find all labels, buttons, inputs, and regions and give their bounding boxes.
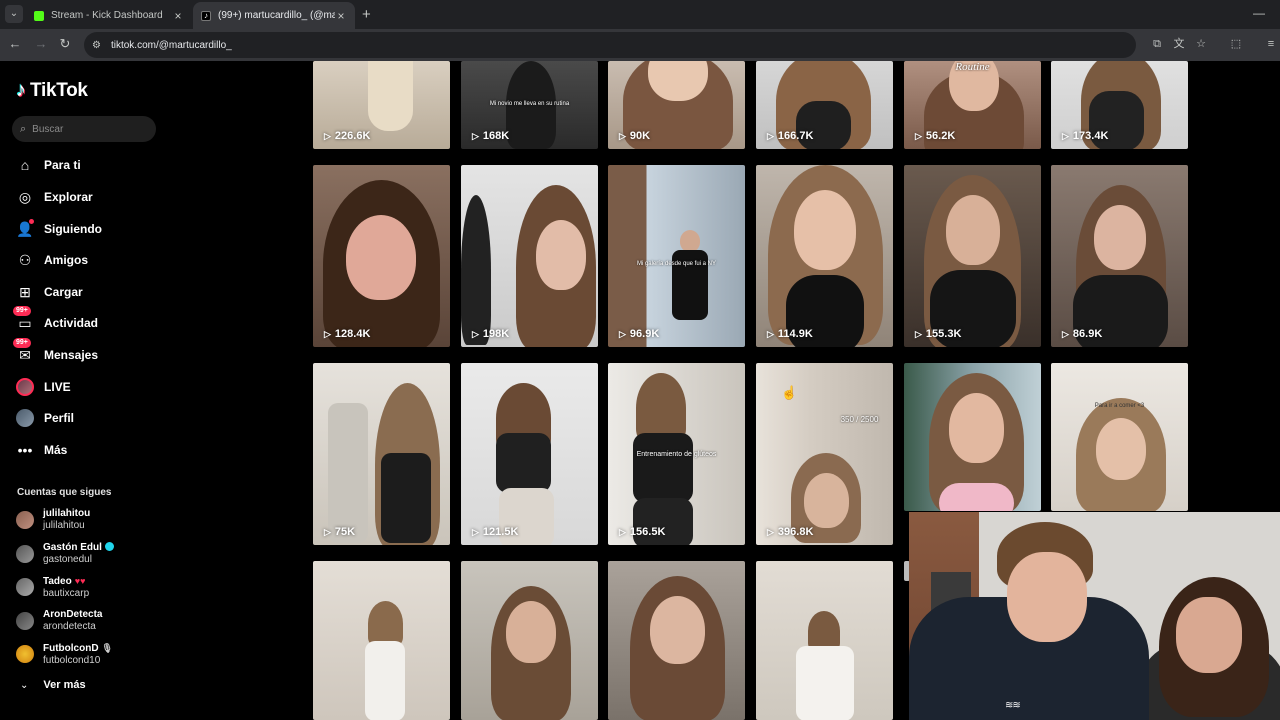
video-caption: 350 / 2500 — [840, 415, 879, 424]
video-caption: Para ir a comer <3 — [1094, 403, 1145, 409]
play-icon: ▷ — [472, 130, 479, 141]
video-thumbnail[interactable]: Para ir a comer <3 — [1051, 363, 1188, 511]
view-count: 86.9K — [1072, 328, 1103, 340]
tiktok-favicon-icon: ♪ — [201, 10, 211, 21]
view-count: 75K — [334, 526, 356, 538]
view-count: 168K — [482, 130, 510, 142]
view-count: 121.5K — [482, 526, 519, 538]
view-count: 396.8K — [777, 526, 814, 538]
translate-icon[interactable]: 文 — [1172, 37, 1186, 51]
video-thumbnail[interactable]: Routine ▷ 56.2K — [904, 61, 1041, 149]
view-count: 156.5K — [629, 526, 666, 538]
tab-tiktok-profile[interactable]: ♪ (99+) martucardillo_ (@martuca × — [193, 2, 355, 29]
play-icon: ▷ — [915, 130, 922, 141]
play-icon: ▷ — [324, 526, 331, 537]
video-thumbnail[interactable] — [756, 561, 893, 720]
play-icon: ▷ — [767, 130, 774, 141]
view-count: 90K — [629, 130, 651, 142]
video-thumbnail[interactable] — [608, 561, 745, 720]
play-icon: ▷ — [767, 526, 774, 537]
video-thumbnail[interactable]: ▷ 226.6K — [313, 61, 450, 149]
play-icon: ▷ — [1062, 328, 1069, 339]
view-count: 128.4K — [334, 328, 371, 340]
play-icon: ▷ — [472, 328, 479, 339]
video-caption: Entrenamiento de glúteos — [636, 451, 717, 458]
tab-search-icon[interactable]: ⌄ — [5, 5, 23, 23]
video-thumbnail[interactable]: 350 / 2500 ▷ 396.8K — [756, 363, 893, 545]
minimize-icon[interactable]: — — [1253, 6, 1265, 20]
tab-close-icon[interactable]: × — [335, 9, 347, 23]
video-caption: Routine — [955, 61, 990, 73]
play-icon: ▷ — [1062, 130, 1069, 141]
video-thumbnail[interactable]: ▷ 114.9K — [756, 165, 893, 347]
video-thumbnail[interactable]: Mi novio me lleva en su rutina ▷ 168K — [461, 61, 598, 149]
site-info-icon[interactable]: ⚙ — [92, 40, 101, 51]
address-bar[interactable]: ⚙ tiktok.com/@martucardillo_ — [84, 32, 1136, 58]
tab-label: Stream - Kick Dashboard — [51, 10, 163, 21]
extensions-icon[interactable]: ⬚ — [1229, 37, 1243, 51]
video-thumbnail[interactable]: ▷ 75K — [313, 363, 450, 545]
video-thumbnail[interactable]: ▷ 121.5K — [461, 363, 598, 545]
video-caption: Mi galería desde que fui a NY — [636, 261, 717, 267]
view-count: 166.7K — [777, 130, 814, 142]
hand-cursor-icon: ☝ — [781, 385, 798, 400]
cast-icon[interactable]: ⧉ — [1150, 37, 1164, 51]
reload-icon[interactable]: ↻ — [57, 36, 73, 52]
video-thumbnail[interactable]: ▷ 198K — [461, 165, 598, 347]
play-icon: ▷ — [619, 328, 626, 339]
forward-icon[interactable]: → — [33, 36, 49, 52]
view-count: 56.2K — [925, 130, 956, 142]
video-thumbnail[interactable]: ▷ 86.9K — [1051, 165, 1188, 347]
video-thumbnail[interactable] — [904, 363, 1041, 511]
view-count: 96.9K — [629, 328, 660, 340]
play-icon: ▷ — [324, 328, 331, 339]
video-thumbnail[interactable]: ▷ 155.3K — [904, 165, 1041, 347]
view-count: 173.4K — [1072, 130, 1109, 142]
video-thumbnail[interactable] — [313, 561, 450, 720]
tab-close-icon[interactable]: × — [172, 9, 184, 23]
play-icon: ▷ — [324, 130, 331, 141]
url-text: tiktok.com/@martucardillo_ — [110, 39, 232, 51]
video-caption: Mi novio me lleva en su rutina — [489, 101, 570, 107]
video-thumbnail[interactable]: ▷ 173.4K — [1051, 61, 1188, 149]
play-icon: ▷ — [619, 130, 626, 141]
play-icon: ▷ — [767, 328, 774, 339]
webcam-overlay: ≋≋ — [909, 512, 1280, 720]
view-count: 198K — [482, 328, 510, 340]
video-thumbnail[interactable]: ▷ 90K — [608, 61, 745, 149]
view-count: 114.9K — [777, 328, 813, 340]
back-icon[interactable]: ← — [7, 36, 23, 52]
bookmark-star-icon[interactable]: ☆ — [1194, 37, 1208, 51]
video-thumbnail[interactable] — [461, 561, 598, 720]
tab-kick-dashboard[interactable]: Stream - Kick Dashboard × — [26, 2, 192, 29]
video-thumbnail[interactable]: ▷ 166.7K — [756, 61, 893, 149]
play-icon: ▷ — [619, 526, 626, 537]
view-count: 155.3K — [925, 328, 962, 340]
video-thumbnail[interactable]: Mi galería desde que fui a NY ▷ 96.9K — [608, 165, 745, 347]
side-panel-icon[interactable]: ≡ — [1264, 37, 1278, 51]
video-thumbnail[interactable]: Entrenamiento de glúteos ▷ 156.5K — [608, 363, 745, 545]
play-icon: ▷ — [915, 328, 922, 339]
video-thumbnail[interactable]: ▷ 128.4K — [313, 165, 450, 347]
view-count: 226.6K — [334, 130, 371, 142]
hoodie-logo-icon: ≋≋ — [1005, 700, 1021, 711]
browser-tabbar: ⌄ Stream - Kick Dashboard × ♪ (99+) mart… — [0, 0, 1280, 29]
browser-toolbar: ← → ↻ ⚙ tiktok.com/@martucardillo_ ⧉ 文 ☆… — [0, 29, 1280, 61]
tab-label: (99+) martucardillo_ (@martuca — [218, 10, 335, 21]
new-tab-button[interactable]: + — [362, 6, 371, 23]
play-icon: ▷ — [472, 526, 479, 537]
kick-favicon-icon — [34, 10, 44, 21]
